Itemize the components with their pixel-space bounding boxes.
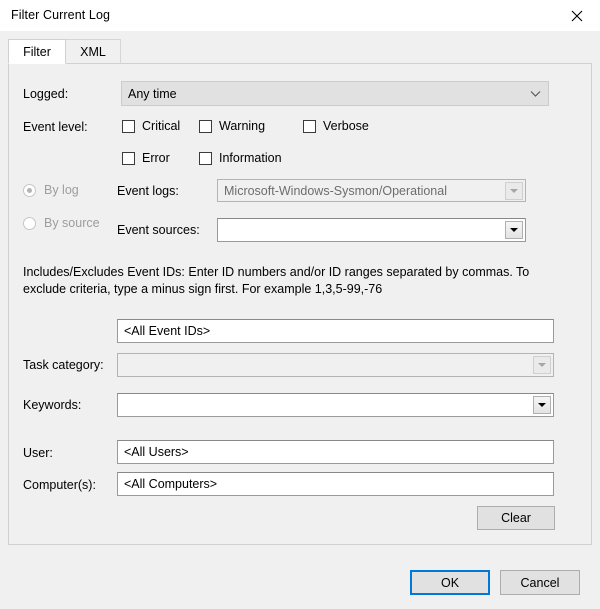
dropdown-arrow-icon[interactable] [505,221,523,239]
task-category-label: Task category: [23,358,104,372]
checkbox-icon [122,151,135,165]
logged-value: Any time [128,86,177,101]
checkbox-verbose[interactable]: Verbose [303,119,369,133]
clear-button-label: Clear [501,511,531,525]
event-logs-combobox[interactable]: Microsoft-Windows-Sysmon/Operational [217,179,526,202]
event-id-hint: Includes/Excludes Event IDs: Enter ID nu… [23,265,530,296]
checkbox-icon [199,151,212,165]
clear-button[interactable]: Clear [477,506,555,530]
user-label: User: [23,446,53,460]
ok-button-label: OK [440,575,460,590]
cancel-button[interactable]: Cancel [500,570,580,595]
tab-xml[interactable]: XML [65,39,121,64]
checkbox-critical-label: Critical [142,119,181,133]
checkbox-error-label: Error [142,151,170,165]
radio-icon [23,216,36,230]
logged-combobox[interactable]: Any time [121,81,549,106]
tab-xml-label: XML [80,44,106,59]
checkbox-verbose-label: Verbose [323,119,369,133]
checkbox-critical[interactable]: Critical [122,119,180,133]
event-level-label: Event level: [23,120,88,134]
user-value: <All Users> [124,445,189,459]
tab-filter[interactable]: Filter [8,39,66,64]
tab-strip: Filter XML [8,39,592,64]
event-logs-value: Microsoft-Windows-Sysmon/Operational [224,183,447,198]
dropdown-arrow-icon[interactable] [533,356,551,374]
checkbox-icon [122,119,135,133]
event-sources-combobox[interactable] [217,218,526,242]
keywords-combobox[interactable] [117,393,554,417]
radio-icon [23,183,36,197]
checkbox-icon [199,119,212,133]
window-title: Filter Current Log [11,8,111,22]
ok-button[interactable]: OK [410,570,490,595]
close-button[interactable] [554,0,600,31]
logged-label: Logged: [23,87,69,101]
radio-by-log-label: By log [44,183,79,197]
dropdown-arrow-icon[interactable] [533,396,551,414]
dropdown-arrow-icon[interactable] [505,181,523,200]
event-ids-value: <All Event IDs> [124,324,211,338]
checkbox-information[interactable]: Information [199,151,282,165]
task-category-combobox[interactable] [117,353,554,377]
computers-input[interactable]: <All Computers> [117,472,554,496]
radio-by-source-label: By source [44,216,100,230]
checkbox-warning-label: Warning [219,119,266,133]
keywords-label: Keywords: [23,398,82,412]
chevron-down-icon [522,82,548,105]
event-logs-label: Event logs: [117,184,179,198]
computers-value: <All Computers> [124,477,218,491]
user-input[interactable]: <All Users> [117,440,554,464]
checkbox-error[interactable]: Error [122,151,170,165]
radio-by-source[interactable]: By source [23,216,100,230]
filter-tab-panel: Logged: Any time Event level: Critical W… [8,63,592,545]
computers-label: Computer(s): [23,478,96,492]
cancel-button-label: Cancel [520,575,560,590]
close-icon [571,10,583,22]
checkbox-warning[interactable]: Warning [199,119,265,133]
checkbox-information-label: Information [219,151,282,165]
checkbox-icon [303,119,316,133]
event-ids-input[interactable]: <All Event IDs> [117,319,554,343]
radio-by-log[interactable]: By log [23,183,79,197]
title-bar: Filter Current Log [0,0,600,31]
event-sources-label: Event sources: [117,223,200,237]
tab-filter-label: Filter [23,44,51,59]
